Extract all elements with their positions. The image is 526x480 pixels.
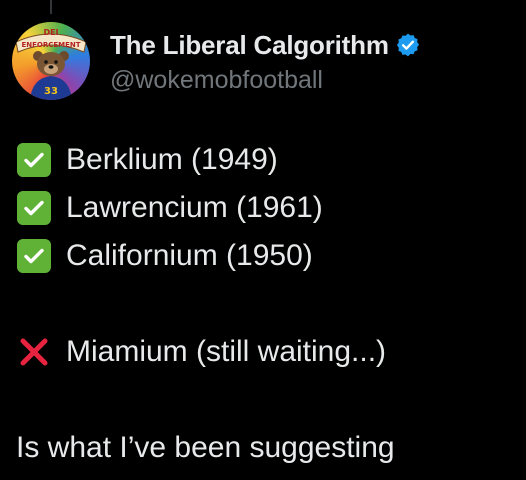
tweet-line: Is what I’ve been suggesting <box>16 424 516 472</box>
tweet-line-text: Is what I’ve been suggesting <box>16 431 395 464</box>
tweet-line: Lawrencium (1961) <box>16 184 516 232</box>
tweet-line: Berklium (1949) <box>16 136 516 184</box>
tweet-text: Berklium (1949) Lawrencium (1961) Califo… <box>16 136 516 472</box>
check-mark-button-icon <box>16 142 52 178</box>
check-mark-button-icon <box>16 190 52 226</box>
verified-badge-icon[interactable] <box>395 32 421 58</box>
author-handle[interactable]: @wokemobfootball <box>110 66 421 95</box>
avatar-banner-text: ENFORCEMENT <box>21 41 80 49</box>
thread-connector-line <box>50 0 52 14</box>
avatar-banner-top-text: DEI <box>43 28 58 37</box>
avatar-jersey-number: 33 <box>44 86 58 97</box>
tweet-header: DEI ENFORCEMENT 33 The Liberal Calgorith… <box>12 22 421 112</box>
tweet-line-text: Lawrencium (1961) <box>66 191 323 224</box>
tweet-line: Miamium (still waiting...) <box>16 328 516 376</box>
cross-mark-icon <box>16 334 52 370</box>
author-display-name[interactable]: The Liberal Calgorithm <box>110 30 389 61</box>
check-mark-button-icon <box>16 238 52 274</box>
avatar[interactable]: DEI ENFORCEMENT 33 <box>12 22 90 100</box>
tweet-line: Californium (1950) <box>16 232 516 280</box>
tweet-line-text: Californium (1950) <box>66 239 313 272</box>
tweet-line-text: Berklium (1949) <box>66 143 278 176</box>
tweet-line-text: Miamium (still waiting...) <box>66 335 387 368</box>
avatar-illustration: DEI ENFORCEMENT 33 <box>15 28 87 100</box>
